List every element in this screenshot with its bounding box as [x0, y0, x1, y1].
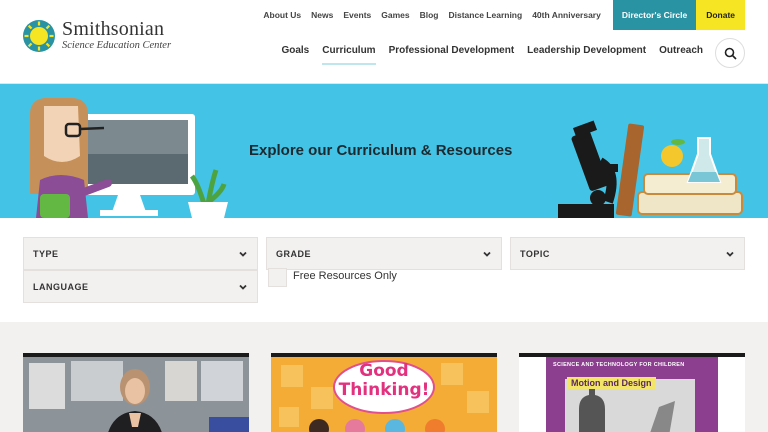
nav-professional-development[interactable]: Professional Development — [389, 45, 515, 63]
good-thinking-line1: Good — [359, 361, 409, 381]
student-at-computer-illustration — [30, 98, 228, 218]
directors-circle-button[interactable]: Director's Circle — [612, 0, 697, 30]
language-filter-dropdown[interactable]: LANGUAGE — [23, 270, 258, 303]
free-resources-label[interactable]: Free Resources Only — [293, 270, 397, 282]
util-link-about-us[interactable]: About Us — [263, 10, 301, 20]
search-icon — [724, 47, 737, 60]
util-link-games[interactable]: Games — [381, 10, 409, 20]
good-thinking-line2: Thinking! — [338, 380, 430, 400]
nav-outreach[interactable]: Outreach — [659, 45, 703, 63]
resource-card-motion-design[interactable]: Science and Technology for Children Moti… — [519, 353, 745, 432]
util-link-blog[interactable]: Blog — [420, 10, 439, 20]
util-link-40th-anniversary[interactable]: 40th Anniversary — [532, 10, 601, 20]
util-link-news[interactable]: News — [311, 10, 333, 20]
resource-card-good-thinking[interactable]: Good Thinking! — [271, 353, 497, 432]
good-thinking-title: Good Thinking! — [271, 362, 497, 400]
chevron-down-icon — [726, 251, 734, 257]
microscope-books-illustration — [558, 120, 743, 218]
search-button[interactable] — [715, 38, 745, 68]
teacher-video-thumbnail — [23, 357, 249, 432]
type-filter-dropdown[interactable]: TYPE — [23, 237, 258, 270]
type-filter-label: TYPE — [33, 248, 59, 259]
language-filter-label: LANGUAGE — [33, 281, 89, 292]
grade-filter-label: GRADE — [276, 248, 312, 259]
logo-name: Smithsonian — [62, 18, 165, 40]
resource-card-video[interactable] — [23, 353, 249, 432]
banner-title: Explore our Curriculum & Resources — [249, 142, 513, 159]
chevron-down-icon — [239, 284, 247, 290]
nav-curriculum[interactable]: Curriculum — [322, 45, 376, 65]
hero-banner: Explore our Curriculum & Resources — [0, 84, 768, 218]
free-resources-checkbox[interactable] — [268, 268, 287, 287]
topic-filter-label: TOPIC — [520, 248, 550, 259]
series-label: Science and Technology for Children — [553, 362, 685, 368]
grade-filter-dropdown[interactable]: GRADE — [266, 237, 502, 270]
smithsonian-logo[interactable]: Smithsonian Science Education Center — [22, 19, 171, 53]
donate-button[interactable]: Donate — [696, 0, 745, 30]
sun-logo-icon — [23, 20, 55, 52]
util-link-distance-learning[interactable]: Distance Learning — [449, 10, 523, 20]
utility-nav: About Us News Events Games Blog Distance… — [263, 0, 745, 30]
motion-design-cover-thumbnail — [519, 357, 745, 432]
topic-filter-dropdown[interactable]: TOPIC — [510, 237, 745, 270]
site-header: Smithsonian Science Education Center Abo… — [0, 0, 768, 84]
motion-design-title: Motion and Design — [567, 377, 656, 389]
logo-subtitle: Science Education Center — [62, 40, 172, 51]
util-link-events[interactable]: Events — [343, 10, 371, 20]
nav-goals[interactable]: Goals — [281, 45, 309, 63]
chevron-down-icon — [239, 251, 247, 257]
main-nav: Goals Curriculum Professional Developmen… — [268, 45, 703, 65]
nav-leadership-development[interactable]: Leadership Development — [527, 45, 646, 63]
chevron-down-icon — [483, 251, 491, 257]
